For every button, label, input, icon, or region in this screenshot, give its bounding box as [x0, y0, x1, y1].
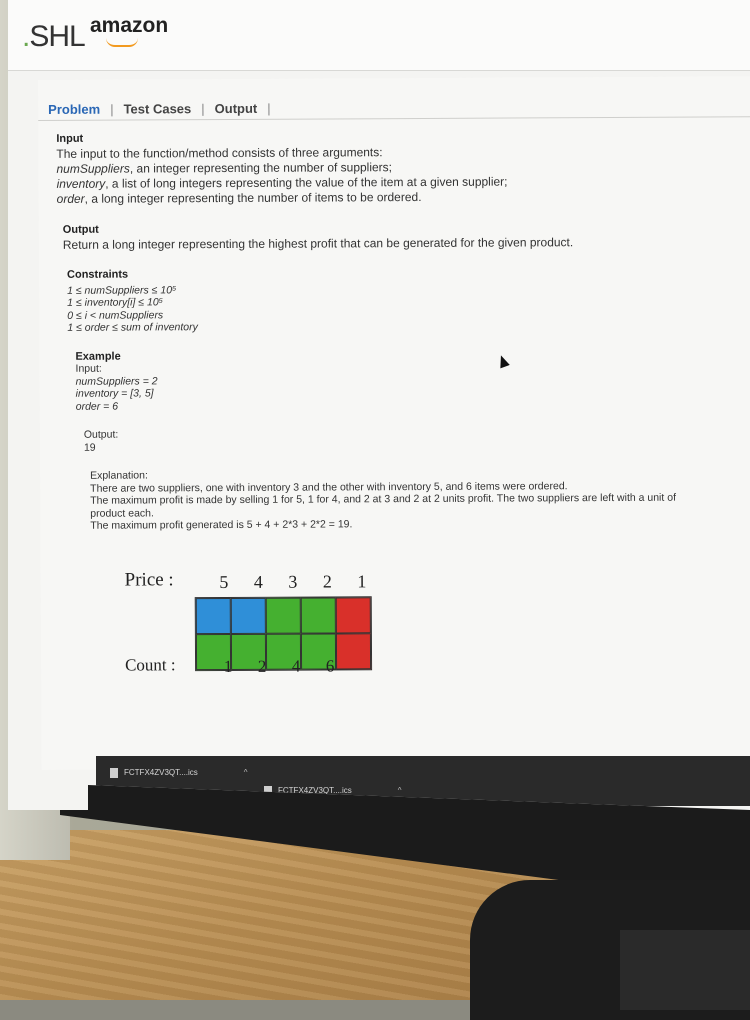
- explanation-line: The maximum profit generated is 5 + 4 + …: [90, 518, 353, 532]
- price-value: 2: [322, 571, 332, 592]
- price-values: 5 4 3 2 1: [207, 571, 380, 593]
- price-value: 5: [219, 572, 229, 593]
- grid-cell-blue: [195, 597, 231, 635]
- constraints-section: Constraints 1 ≤ numSuppliers ≤ 10⁵ 1 ≤ i…: [67, 265, 750, 334]
- count-value: 6: [325, 656, 335, 676]
- price-label: Price :: [124, 569, 174, 591]
- amazon-smile-icon: [106, 38, 138, 47]
- problem-panel: Problem | Test Cases | Output | Input The inp…: [38, 76, 750, 770]
- chevron-up-icon[interactable]: ^: [244, 768, 248, 777]
- monitor-stand-base: [620, 930, 750, 1010]
- count-value: 2: [257, 656, 267, 676]
- tab-test-cases[interactable]: Test Cases: [124, 101, 192, 116]
- count-value: 1: [223, 656, 233, 677]
- problem-description: Input The input to the function/method c…: [56, 128, 750, 548]
- download-item[interactable]: FCTFX4ZV3QT....ics ^: [110, 768, 248, 778]
- tab-divider: [38, 116, 750, 121]
- app-header: .SHL amazon: [8, 0, 750, 71]
- grid-cell-green: [300, 597, 336, 634]
- count-values: 1 2 4 6: [211, 656, 347, 677]
- input-section: Input The input to the function/method c…: [56, 128, 750, 207]
- grid-cell-red: [335, 597, 371, 634]
- amazon-logo: amazon: [90, 14, 168, 47]
- tab-output[interactable]: Output: [215, 101, 258, 116]
- tab-problem[interactable]: Problem: [48, 102, 100, 117]
- price-value: 3: [288, 571, 298, 592]
- chevron-up-icon[interactable]: ^: [398, 786, 402, 795]
- tab-separator: |: [267, 100, 271, 116]
- example-explanation: Explanation: There are two suppliers, on…: [90, 466, 750, 532]
- constraint-line: 1 ≤ order ≤ sum of inventory: [67, 321, 198, 334]
- output-text: Return a long integer representing the h…: [62, 235, 574, 252]
- count-value: 4: [291, 656, 301, 676]
- count-label: Count :: [125, 655, 176, 675]
- tab-bar: Problem | Test Cases | Output |: [48, 101, 281, 117]
- price-value: 4: [253, 571, 263, 592]
- grid-cell-blue: [230, 597, 266, 634]
- input-arg: order, a long integer representing the n…: [56, 189, 422, 206]
- output-section: Output Return a long integer representin…: [63, 219, 750, 253]
- grid-cell-green: [265, 597, 301, 634]
- constraints-heading: Constraints: [66, 268, 129, 281]
- profit-diagram: Price : 5 4 3 2 1 Count : 1 2 4 6: [125, 568, 426, 710]
- price-value: 1: [357, 571, 367, 592]
- screen: .SHL amazon Problem | Test Cases | Output | I…: [8, 0, 750, 810]
- shl-logo: .SHL: [22, 20, 86, 53]
- file-icon: [110, 768, 118, 778]
- example-section: Example Input: numSuppliers = 2 inventor…: [75, 347, 750, 533]
- tab-separator: |: [201, 101, 205, 117]
- tab-separator: |: [110, 101, 114, 117]
